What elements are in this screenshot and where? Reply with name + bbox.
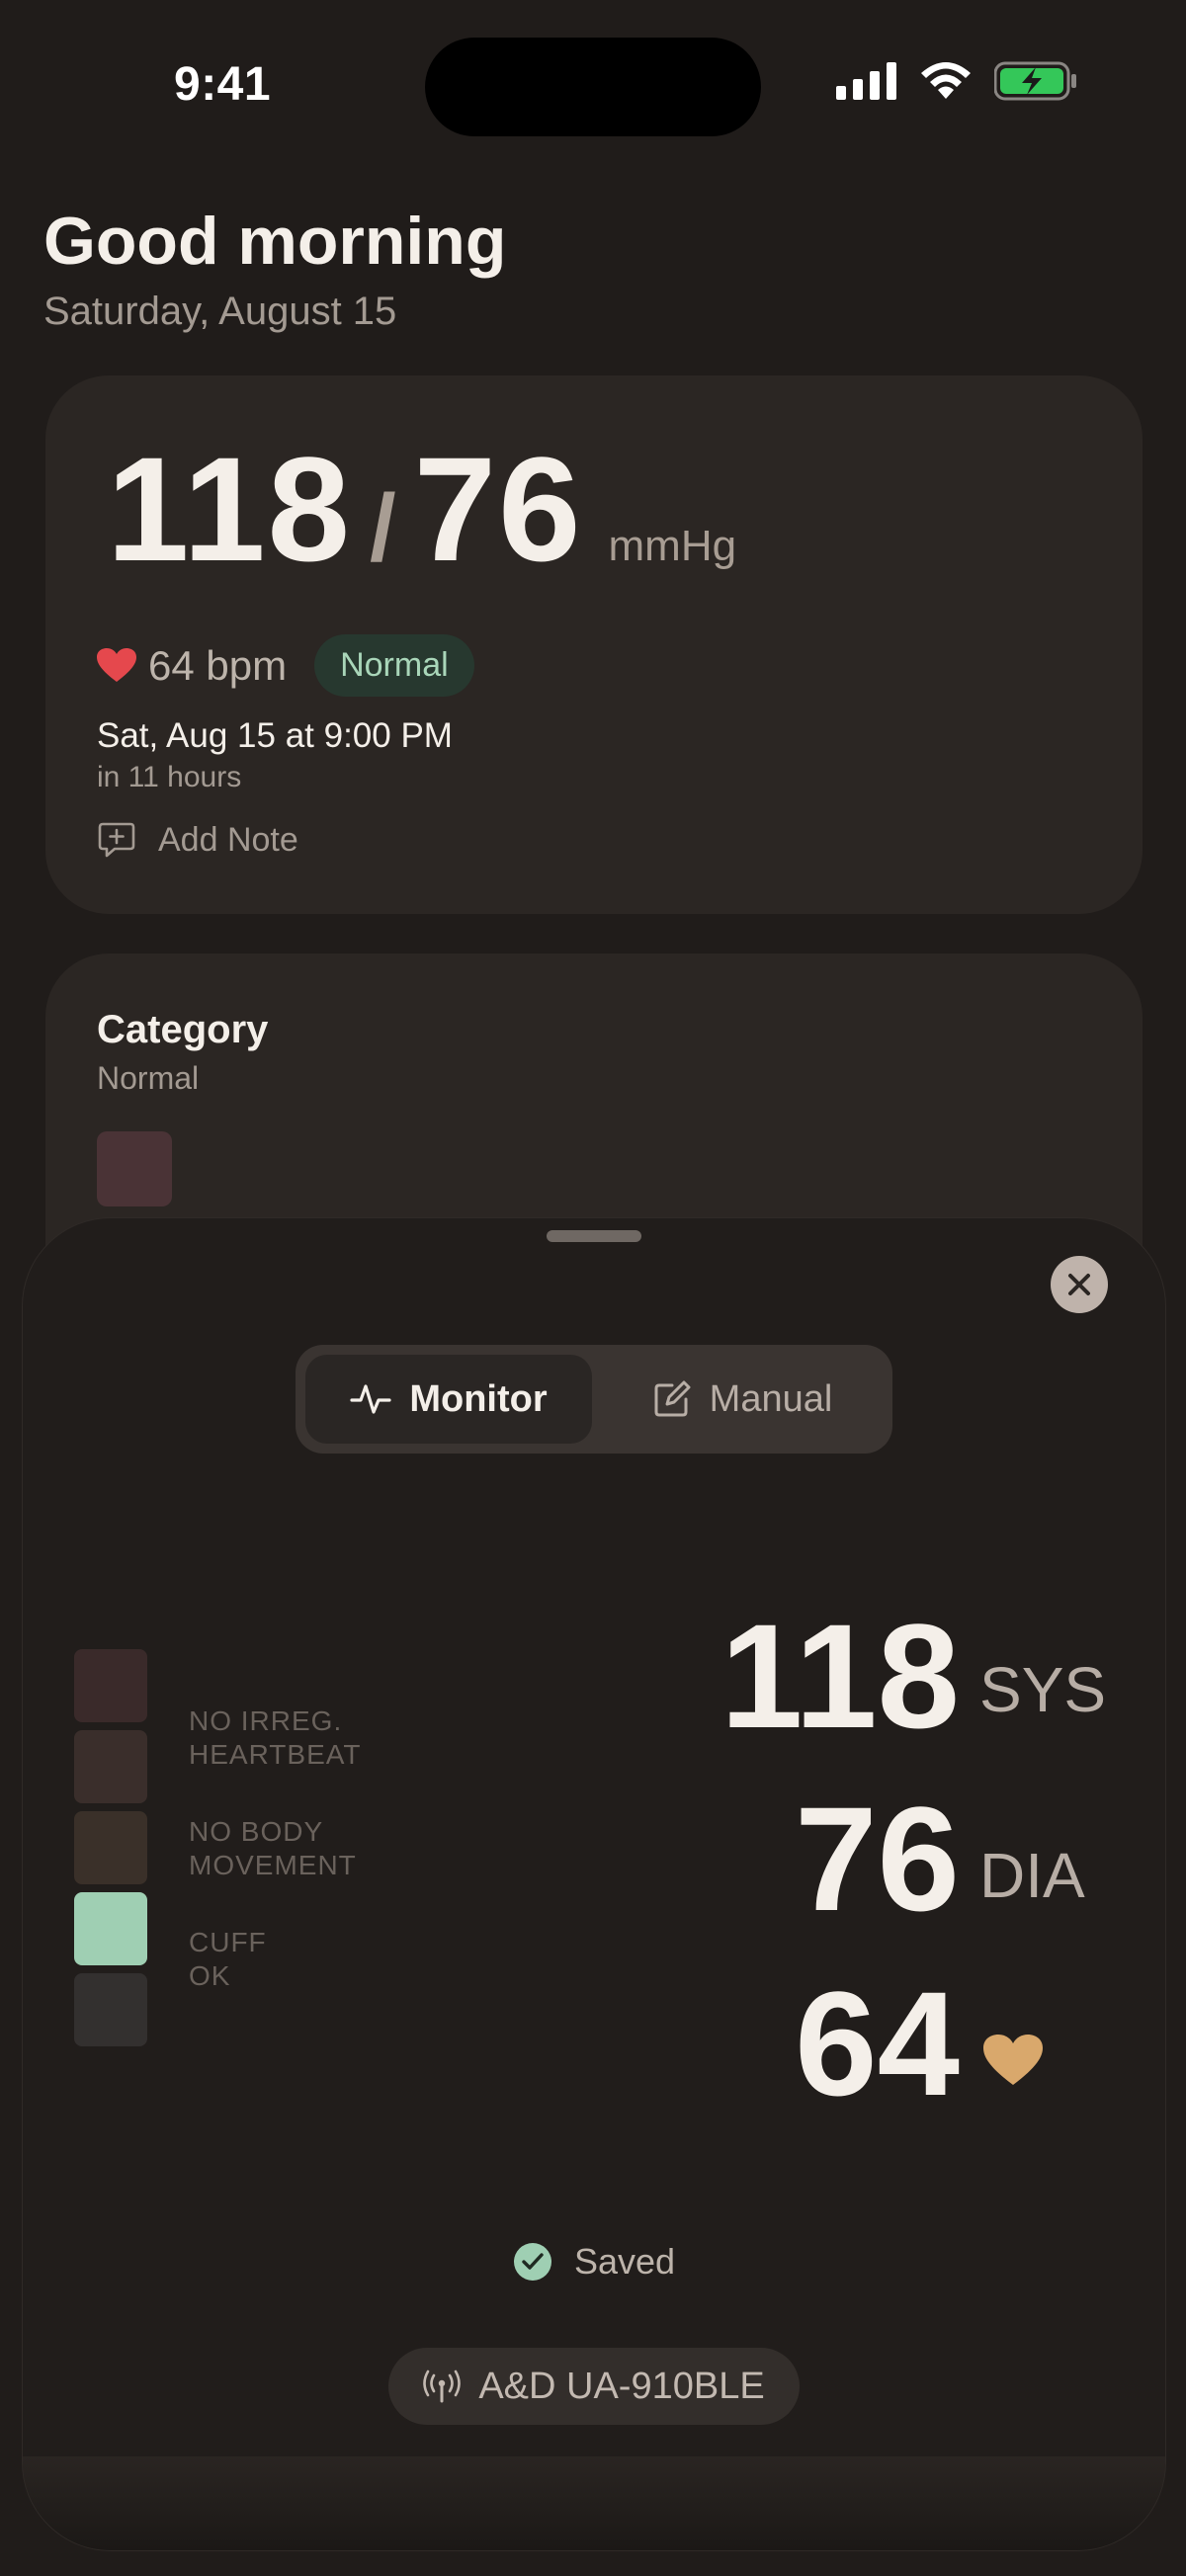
device-name: A&D UA-910BLE	[478, 2365, 765, 2407]
diastolic-value: 76	[413, 426, 583, 592]
indicator-body-movement: NO BODY MOVEMENT	[189, 1816, 357, 1880]
saved-label: Saved	[574, 2241, 676, 2282]
antenna-icon	[423, 2369, 462, 2403]
add-note-icon	[98, 822, 135, 858]
pulse-value: 64 bpm	[148, 641, 288, 689]
date-subtitle: Saturday, August 15	[43, 290, 397, 333]
indicator-swatch-1	[74, 1649, 147, 1722]
tab-manual-label: Manual	[709, 1377, 833, 1420]
tab-monitor-label: Monitor	[409, 1377, 548, 1420]
sheet-grabber[interactable]	[547, 1230, 641, 1242]
greeting-title: Good morning	[43, 204, 507, 279]
indicator-irregular-heartbeat: NO IRREG. HEARTBEAT	[189, 1705, 362, 1770]
heart-icon	[983, 2035, 1043, 2085]
dynamic-island	[425, 38, 761, 136]
systolic-value: 118	[107, 426, 352, 592]
indicator-swatch-2	[74, 1730, 147, 1803]
next-reading-relative: in 11 hours	[97, 761, 242, 793]
dia-reading: 76	[795, 1776, 960, 1942]
app-screen: 9:41 Good morning Saturday, August 15 11…	[0, 0, 1186, 2576]
add-note-button[interactable]: Add Note	[97, 820, 298, 860]
indicator-swatch-5	[74, 1973, 147, 2046]
battery-charging-icon	[994, 61, 1076, 101]
status-icons	[836, 61, 1077, 101]
close-icon	[1068, 1274, 1090, 1295]
sys-reading: 118	[720, 1593, 960, 1759]
indicator-swatch-3	[74, 1811, 147, 1884]
cellular-signal-icon	[836, 62, 896, 100]
measurement-sheet: Monitor Manual NO IRREG. HEARTBEAT NO BO…	[22, 1217, 1166, 2551]
saved-status: Saved	[513, 2241, 675, 2283]
indicator-swatch-cuff	[74, 1892, 147, 1965]
pulse-wave-icon	[350, 1384, 391, 1414]
blood-pressure-value: 118 / 76 mmHg	[107, 435, 736, 583]
category-value: Normal	[97, 1060, 200, 1096]
latest-reading-card[interactable]: 118 / 76 mmHg 64 bpm Normal Sat, Aug 15 …	[45, 375, 1143, 914]
add-note-label: Add Note	[158, 820, 298, 859]
category-title: Category	[97, 1008, 269, 1051]
bp-slash: /	[370, 475, 396, 581]
wifi-icon	[921, 62, 971, 99]
checkmark-circle-icon	[514, 2243, 551, 2281]
sheet-bottom-shade	[23, 2456, 1165, 2550]
heart-icon	[97, 647, 136, 682]
status-time: 9:41	[174, 58, 272, 111]
category-swatch	[97, 1131, 172, 1206]
device-pill[interactable]: A&D UA-910BLE	[388, 2348, 800, 2425]
indicator-cuff: CUFF OK	[189, 1927, 267, 1991]
status-badge: Normal	[314, 634, 474, 697]
tab-monitor[interactable]: Monitor	[305, 1355, 592, 1444]
sys-label: SYS	[979, 1654, 1107, 1725]
close-button[interactable]	[1051, 1256, 1108, 1313]
dia-label: DIA	[979, 1840, 1085, 1911]
edit-icon	[654, 1380, 691, 1417]
tab-manual[interactable]: Manual	[602, 1355, 883, 1444]
mode-segmented-control: Monitor Manual	[296, 1345, 892, 1454]
pulse-row: 64 bpm Normal	[97, 634, 474, 697]
next-reading-time: Sat, Aug 15 at 9:00 PM	[97, 716, 453, 755]
pulse-reading: 64	[795, 1960, 960, 2126]
bp-unit: mmHg	[608, 522, 737, 570]
